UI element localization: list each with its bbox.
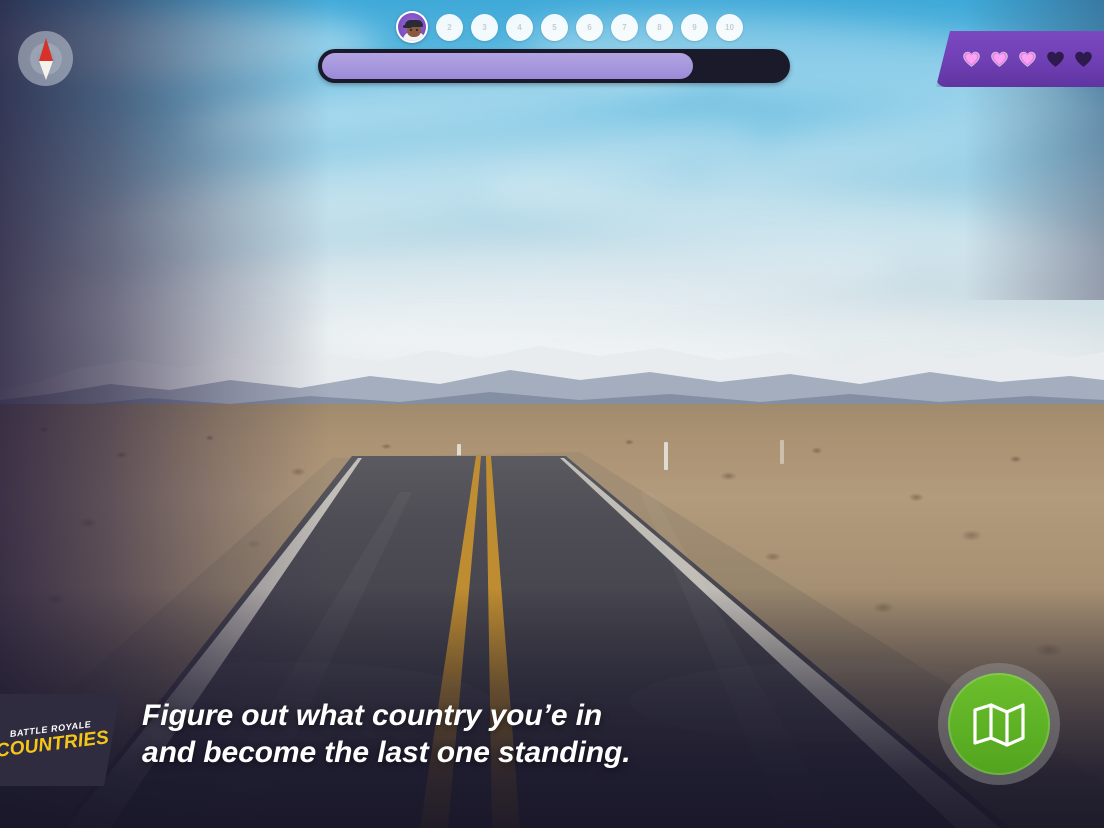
track-step-7[interactable]: 7 [611,13,638,41]
heart-empty-icon [1074,51,1092,67]
heart-filled-icon [1018,51,1036,67]
lives-panel [936,31,1104,87]
tagline-line-1: Figure out what country you’e in [142,699,603,732]
avatar [398,13,426,41]
track-step-9[interactable]: 9 [681,13,708,41]
progress-bar-fill [322,53,694,79]
track-step-6[interactable]: 6 [576,13,603,41]
avatar-cap-brim [403,25,412,28]
track-step-4[interactable]: 4 [506,13,533,41]
avatar-eye [410,29,412,31]
track-step-3[interactable]: 3 [471,13,498,41]
road [0,452,1104,828]
track-step-10[interactable]: 10 [716,13,743,41]
progress-bar [318,49,790,83]
heart-filled-icon [990,51,1008,67]
tagline-line-2: and become the last one standing. [142,735,631,769]
game-logo-badge: BATTLE ROYALE COUNTRIES [0,694,120,786]
compass-button[interactable] [18,31,73,86]
game-screen: 2 3 4 5 6 7 8 9 10 BATTLE ROYALE COUNTRI… [0,0,1104,828]
tagline: Figure out what country you’e in and bec… [142,698,742,771]
player-avatar[interactable] [396,11,428,43]
player-progress-track: 2 3 4 5 6 7 8 9 10 [396,10,743,44]
heart-filled-icon [962,51,980,67]
track-step-2[interactable]: 2 [436,13,463,41]
heart-empty-icon [1046,51,1064,67]
map-button-core [948,673,1050,775]
open-map-button[interactable] [938,663,1060,785]
avatar-eye [416,29,418,31]
compass-needle-icon [29,37,63,81]
map-icon [973,703,1025,747]
track-step-5[interactable]: 5 [541,13,568,41]
track-step-8[interactable]: 8 [646,13,673,41]
